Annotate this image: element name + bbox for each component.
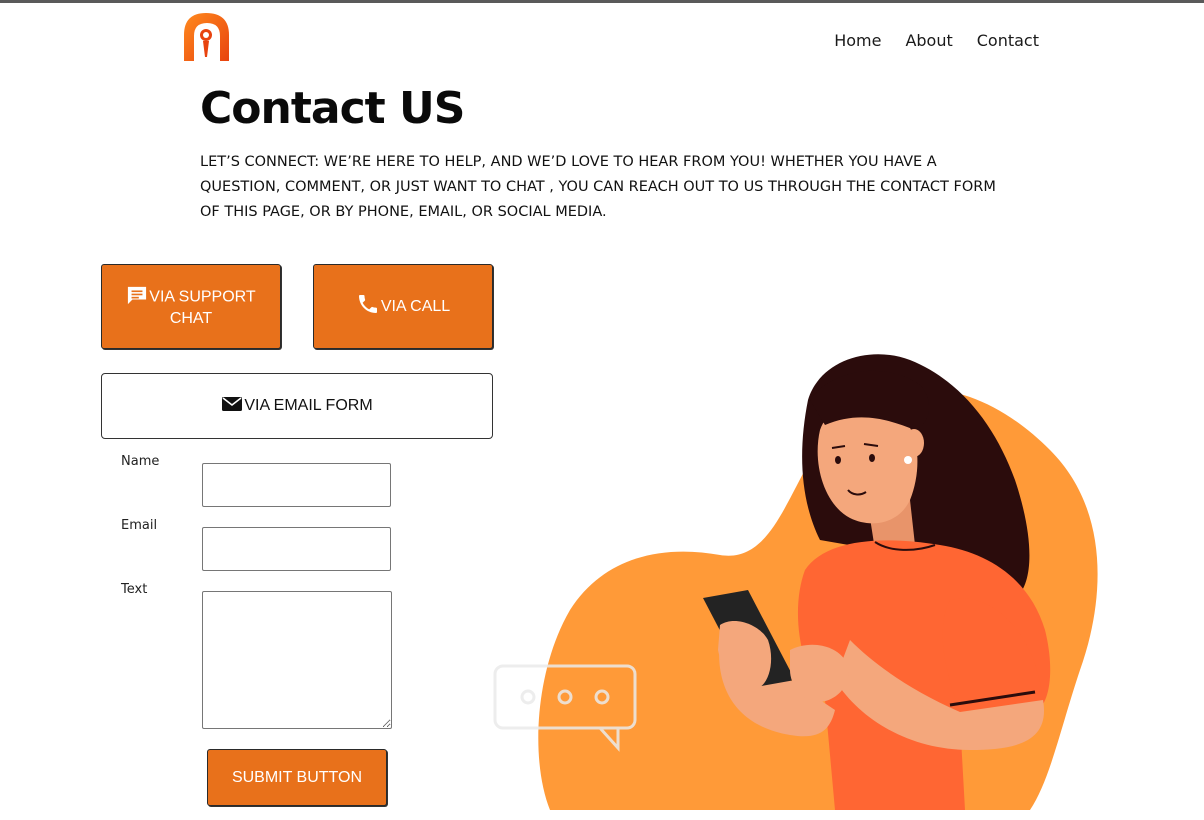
name-label: Name bbox=[121, 454, 160, 469]
main-nav: Home About Contact bbox=[834, 31, 1039, 50]
nav-contact-link[interactable]: Contact bbox=[977, 31, 1039, 50]
brand-logo-icon[interactable] bbox=[182, 11, 232, 63]
email-form-label: VIA EMAIL FORM bbox=[244, 397, 373, 414]
email-form-button[interactable]: VIA EMAIL FORM bbox=[101, 373, 493, 439]
name-input[interactable] bbox=[202, 463, 391, 507]
submit-button[interactable]: SUBMIT BUTTON bbox=[207, 749, 387, 806]
phone-icon bbox=[356, 292, 380, 321]
woman-using-phone-illustration bbox=[490, 340, 1110, 810]
text-textarea[interactable] bbox=[202, 591, 392, 729]
text-label: Text bbox=[121, 582, 148, 597]
intro-text: LET’S CONNECT: WE’RE HERE TO HELP, AND W… bbox=[200, 154, 996, 220]
page-title: Contact US bbox=[200, 83, 465, 134]
top-border bbox=[0, 0, 1204, 3]
envelope-icon bbox=[221, 395, 243, 418]
nav-about-link[interactable]: About bbox=[905, 31, 952, 50]
call-button[interactable]: VIA CALL bbox=[313, 264, 493, 349]
email-label: Email bbox=[121, 518, 158, 533]
support-chat-button[interactable]: VIA SUPPORT CHAT bbox=[101, 264, 281, 349]
nav-home-link[interactable]: Home bbox=[834, 31, 881, 50]
call-label: VIA CALL bbox=[380, 297, 451, 315]
email-input[interactable] bbox=[202, 527, 391, 571]
support-chat-label-line2: CHAT bbox=[169, 310, 213, 327]
support-chat-label-line1: VIA SUPPORT bbox=[149, 288, 256, 306]
chat-icon bbox=[126, 285, 148, 310]
